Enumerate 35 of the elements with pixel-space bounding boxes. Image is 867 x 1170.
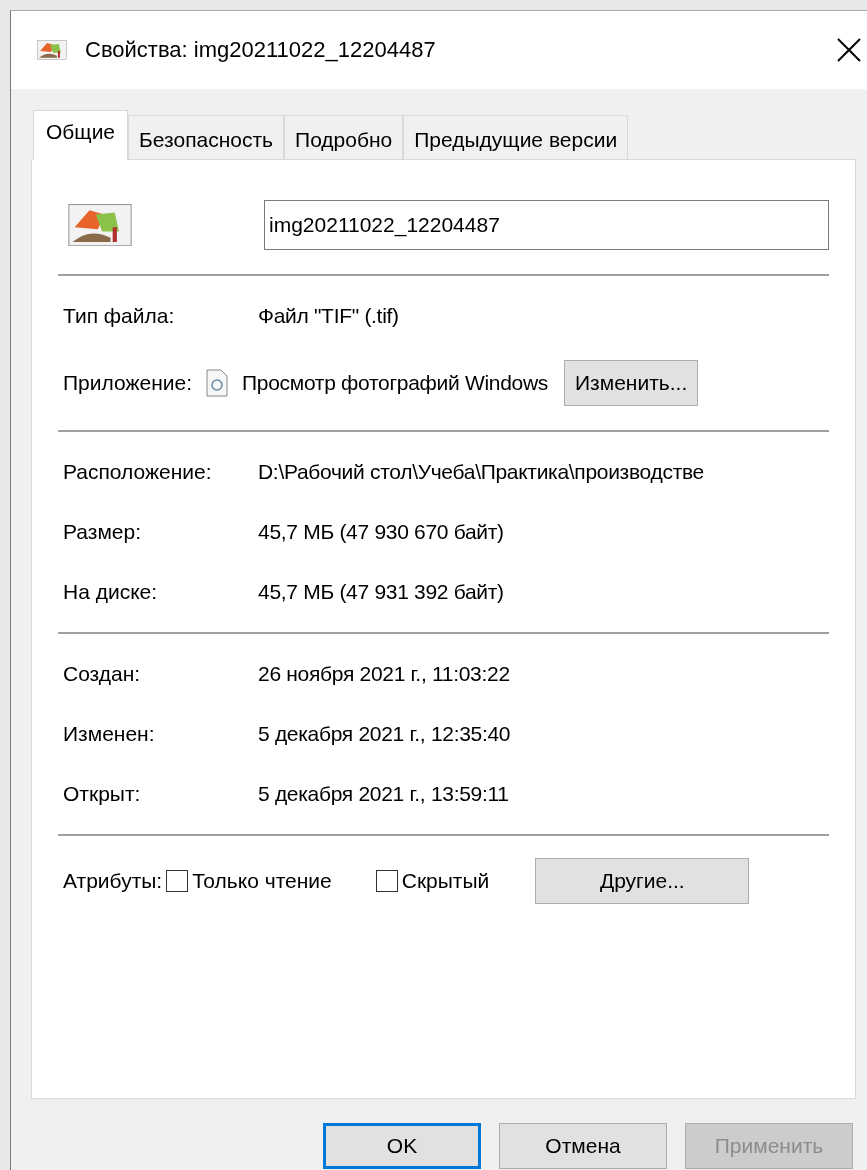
property-value: 5 декабря 2021 г., 12:35:40 — [258, 722, 512, 746]
checkbox-label: Скрытый — [401, 869, 490, 893]
property-label: На диске: — [63, 580, 159, 604]
property-value: Файл "TIF" (.tif) — [258, 304, 400, 328]
property-value: Просмотр фотографий Windows — [242, 371, 548, 395]
image-file-icon — [68, 203, 132, 247]
checkbox-label: Только чтение — [192, 869, 332, 893]
property-label: Создан: — [63, 662, 142, 686]
dialog-button[interactable]: Отмена — [499, 1123, 667, 1169]
tab[interactable]: Безопасность — [128, 115, 285, 159]
attributes-label: Атрибуты: — [63, 869, 163, 893]
change-button[interactable]: Изменить... — [564, 360, 699, 406]
checkbox[interactable] — [166, 870, 189, 892]
window-title: Свойства: img20211022_12204487 — [85, 37, 437, 63]
tab[interactable]: Предыдущие версии — [403, 115, 629, 159]
file-name-field[interactable]: img20211022_12204487 — [264, 200, 829, 250]
property-value: 45,7 МБ (47 931 392 байт) — [258, 580, 505, 604]
tab[interactable]: Подробно — [284, 115, 404, 159]
property-value: 45,7 МБ (47 930 670 байт) — [258, 520, 505, 544]
checkbox[interactable] — [375, 870, 398, 892]
property-label: Размер: — [63, 520, 142, 544]
property-label: Приложение: — [63, 371, 192, 395]
property-value: D:\Рабочий стол\Учеба\Практика\производстве — [258, 460, 705, 484]
property-label: Тип файла: — [63, 304, 176, 328]
property-value: 5 декабря 2021 г., 13:59:11 — [258, 782, 510, 806]
tab[interactable]: Общие — [33, 110, 129, 160]
image-file-icon — [37, 40, 67, 60]
property-value: 26 ноября 2021 г., 11:03:22 — [258, 662, 511, 686]
close-icon[interactable] — [836, 37, 862, 63]
document-icon — [206, 369, 228, 397]
other-button[interactable]: Другие... — [535, 858, 750, 904]
dialog-button[interactable]: OK — [323, 1123, 481, 1169]
property-label: Расположение: — [63, 460, 213, 484]
property-label: Открыт: — [63, 782, 142, 806]
property-label: Изменен: — [63, 722, 156, 746]
